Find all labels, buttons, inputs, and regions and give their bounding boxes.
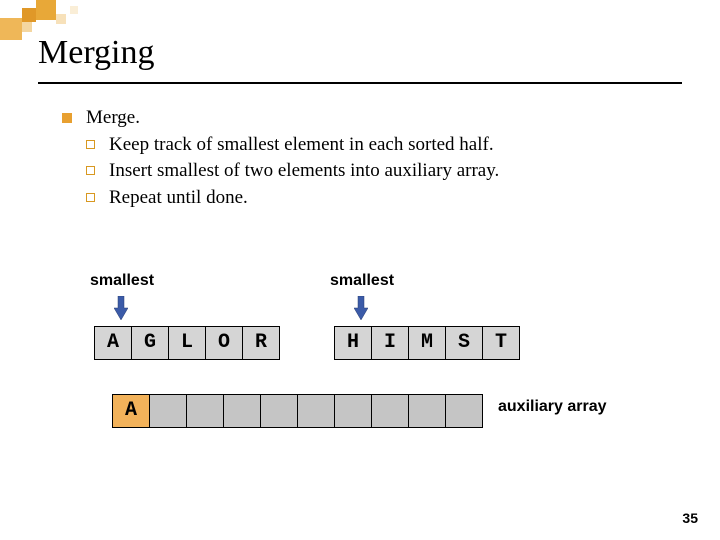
down-arrow-icon (114, 296, 128, 318)
array-cell: R (242, 326, 280, 360)
array-cell: A (94, 326, 132, 360)
array-cell: I (371, 326, 409, 360)
aux-cell (186, 394, 224, 428)
auxiliary-array: A (112, 394, 483, 428)
array-cell: T (482, 326, 520, 360)
array-cell: O (205, 326, 243, 360)
aux-cell (149, 394, 187, 428)
bullet-list: Merge. Keep track of smallest element in… (62, 106, 662, 213)
aux-cell (223, 394, 261, 428)
smallest-label-right: smallest (330, 272, 394, 290)
bullet-sub1: Keep track of smallest element in each s… (109, 133, 494, 158)
aux-cell (334, 394, 372, 428)
bullet-sub3: Repeat until done. (109, 186, 248, 211)
aux-cell (297, 394, 335, 428)
right-array: H I M S T (334, 326, 520, 360)
array-cell: L (168, 326, 206, 360)
bullet-sub2: Insert smallest of two elements into aux… (109, 159, 499, 184)
left-array: A G L O R (94, 326, 280, 360)
aux-cell-highlight: A (112, 394, 150, 428)
bullet-hollow-icon (86, 193, 95, 202)
page-number: 35 (682, 510, 698, 526)
bullet-main: Merge. (86, 106, 140, 131)
aux-cell (408, 394, 446, 428)
bullet-hollow-icon (86, 140, 95, 149)
bullet-hollow-icon (86, 166, 95, 175)
aux-cell (260, 394, 298, 428)
array-cell: H (334, 326, 372, 360)
aux-cell (371, 394, 409, 428)
title-underline (38, 82, 682, 84)
auxiliary-label: auxiliary array (498, 398, 607, 416)
down-arrow-icon (354, 296, 368, 318)
slide-title: Merging (38, 34, 154, 72)
bullet-square-icon (62, 113, 72, 123)
smallest-label-left: smallest (90, 272, 154, 290)
array-cell: M (408, 326, 446, 360)
aux-cell (445, 394, 483, 428)
array-cell: S (445, 326, 483, 360)
array-cell: G (131, 326, 169, 360)
